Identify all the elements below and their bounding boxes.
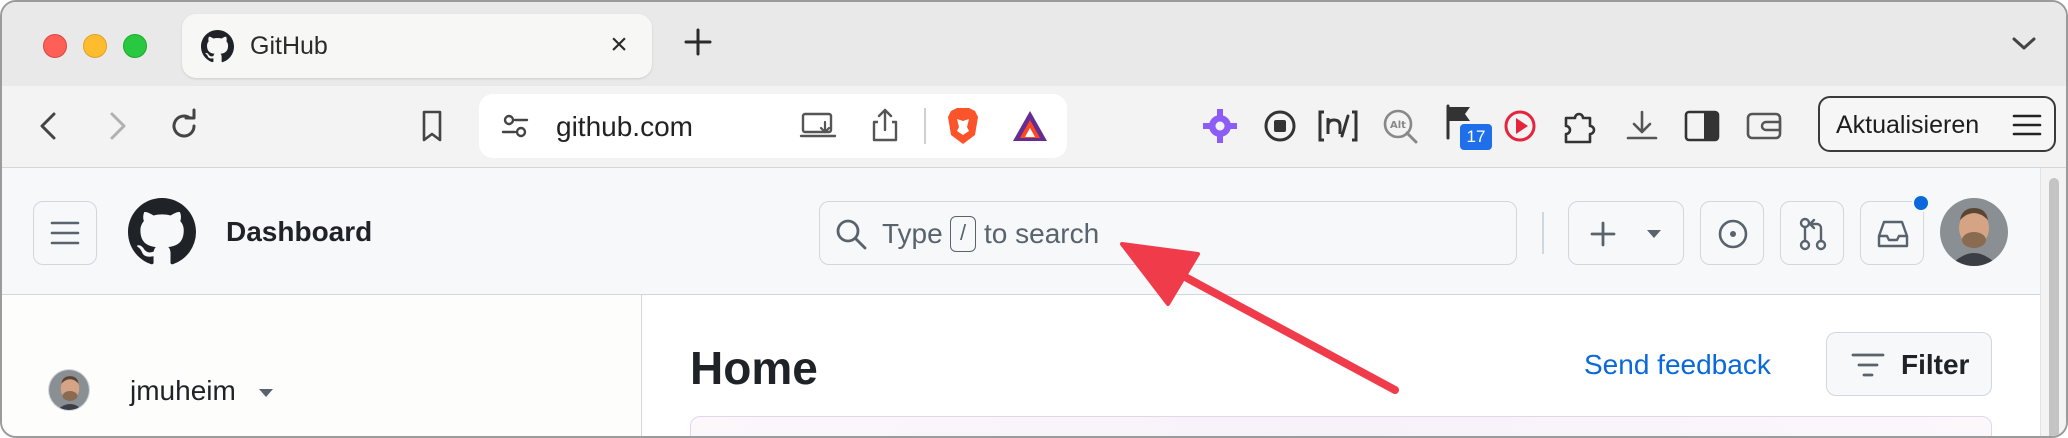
github-header: Dashboard Type / to search bbox=[2, 168, 2066, 295]
back-icon[interactable] bbox=[28, 104, 72, 148]
close-icon[interactable]: × bbox=[602, 28, 636, 62]
issues-icon bbox=[1718, 219, 1748, 249]
download-icon[interactable] bbox=[1620, 104, 1664, 148]
play-icon[interactable] bbox=[1498, 104, 1542, 148]
brave-rewards-icon[interactable] bbox=[1010, 108, 1050, 144]
svg-text:Alt: Alt bbox=[1390, 120, 1406, 131]
filter-button[interactable]: Filter bbox=[1826, 332, 1992, 396]
filter-icon bbox=[1851, 353, 1885, 377]
address-bar[interactable]: github.com bbox=[479, 94, 1067, 158]
url-divider bbox=[924, 108, 926, 144]
chevron-down-icon bbox=[1647, 230, 1661, 238]
tab-github[interactable]: GitHub × bbox=[182, 14, 652, 78]
site-settings-icon[interactable] bbox=[497, 108, 533, 144]
create-new-button[interactable] bbox=[1568, 201, 1684, 265]
tab-title: GitHub bbox=[250, 32, 328, 60]
unread-indicator bbox=[1912, 194, 1930, 212]
pull-requests-button[interactable] bbox=[1780, 201, 1844, 265]
share-icon[interactable] bbox=[868, 106, 902, 144]
search-shortcut-key: / bbox=[950, 216, 976, 252]
update-label: Aktualisieren bbox=[1836, 111, 1980, 139]
header-divider bbox=[1542, 212, 1544, 254]
sidebar-icon[interactable] bbox=[1680, 104, 1724, 148]
browser-window: GitHub × github.com Alt 17 Aktualisieren… bbox=[0, 0, 2068, 438]
notification-badge: 17 bbox=[1460, 124, 1492, 150]
wallet-icon[interactable] bbox=[1742, 104, 1786, 148]
main-content: Home Send feedback Filter bbox=[643, 295, 2043, 436]
zoom-window-button[interactable] bbox=[123, 34, 147, 58]
minimize-window-button[interactable] bbox=[83, 34, 107, 58]
search-placeholder-suffix: to search bbox=[984, 218, 1100, 249]
hamburger-icon bbox=[2012, 114, 2042, 136]
avatar-image bbox=[1940, 198, 2008, 266]
alt-text-icon[interactable]: Alt bbox=[1378, 104, 1422, 148]
plus-icon[interactable] bbox=[678, 22, 718, 62]
bookmark-icon[interactable] bbox=[410, 104, 454, 148]
close-window-button[interactable] bbox=[43, 34, 67, 58]
send-feedback-link[interactable]: Send feedback bbox=[1584, 349, 1771, 381]
inbox-icon bbox=[1877, 220, 1909, 248]
pull-request-icon bbox=[1799, 217, 1827, 251]
github-logo-icon bbox=[201, 30, 234, 63]
update-browser-button[interactable]: Aktualisieren bbox=[1818, 96, 2056, 152]
extensions-gear-icon[interactable] bbox=[1198, 104, 1242, 148]
page-title[interactable]: Dashboard bbox=[226, 216, 372, 248]
chevron-down-icon[interactable] bbox=[258, 387, 274, 399]
search-input[interactable]: Type / to search bbox=[819, 201, 1517, 265]
page-heading: Home bbox=[690, 342, 818, 394]
url-text[interactable]: github.com bbox=[556, 111, 693, 143]
install-app-icon[interactable] bbox=[799, 108, 839, 144]
browser-toolbar: github.com Alt 17 Aktualisieren bbox=[2, 86, 2066, 168]
avatar-image bbox=[49, 370, 89, 410]
issues-button[interactable] bbox=[1700, 201, 1764, 265]
chevron-down-icon[interactable] bbox=[2010, 32, 2038, 54]
page-scrollbar[interactable] bbox=[2040, 168, 2066, 436]
hamburger-icon bbox=[50, 221, 80, 245]
tab-strip: GitHub × bbox=[2, 2, 2066, 86]
github-logo-icon[interactable] bbox=[128, 198, 196, 266]
filter-label: Filter bbox=[1901, 349, 1970, 380]
search-placeholder-prefix: Type bbox=[882, 218, 943, 249]
avatar[interactable] bbox=[48, 369, 90, 411]
hypothesis-icon[interactable] bbox=[1316, 104, 1360, 148]
brave-shields-icon[interactable] bbox=[945, 105, 981, 147]
inbox-button[interactable] bbox=[1860, 194, 1930, 265]
plus-icon bbox=[1590, 221, 1616, 247]
open-global-nav-button[interactable] bbox=[33, 201, 97, 265]
context-switcher-username[interactable]: jmuheim bbox=[130, 375, 236, 407]
left-sidebar: jmuheim bbox=[2, 295, 642, 436]
reload-icon[interactable] bbox=[162, 104, 206, 148]
stop-record-icon[interactable] bbox=[1258, 104, 1302, 148]
puzzle-icon[interactable] bbox=[1558, 104, 1602, 148]
feed-card bbox=[690, 416, 1992, 436]
search-icon bbox=[836, 219, 867, 250]
forward-icon[interactable] bbox=[94, 104, 138, 148]
flag-extension[interactable]: 17 bbox=[1438, 100, 1498, 152]
scrollbar-thumb[interactable] bbox=[2049, 178, 2059, 436]
avatar[interactable] bbox=[1940, 198, 2008, 266]
